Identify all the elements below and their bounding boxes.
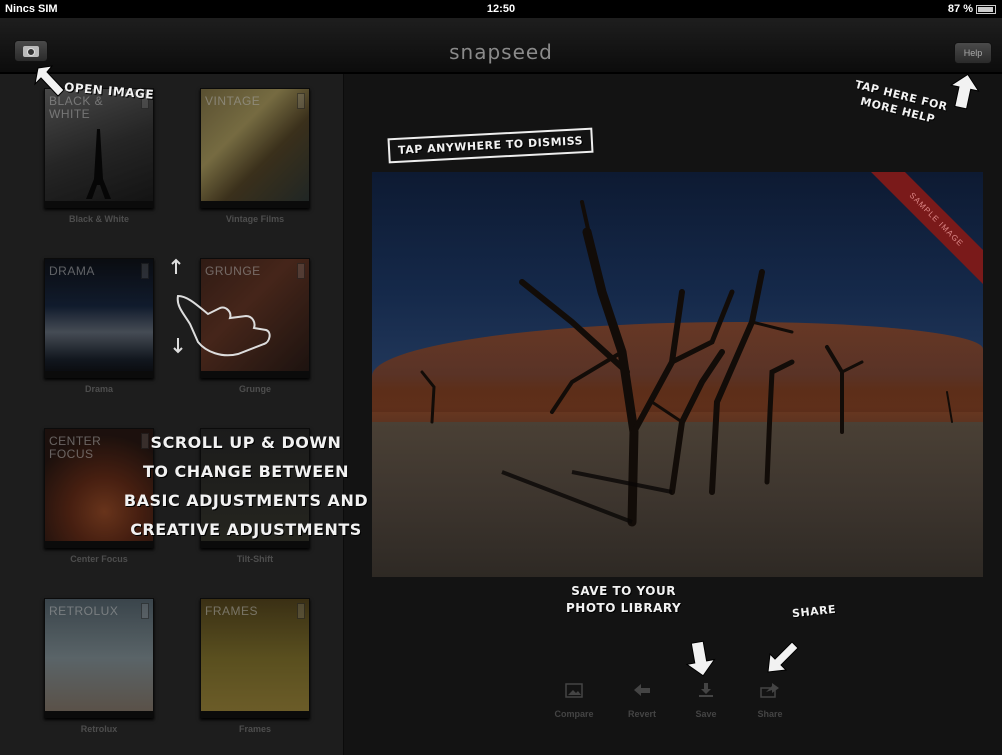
compare-button[interactable]: Compare [544,681,604,719]
filter-caption: Black & White [68,214,129,224]
compare-label: Compare [554,709,594,719]
filter-name: CENTER FOCUS [49,434,102,461]
save-button[interactable]: Save [676,681,736,719]
sample-photo: SAMPLE IMAGE [372,172,983,577]
battery-percent: 87 % [947,3,973,15]
filter-name: DRAMA [49,264,95,278]
tile-strip [201,711,309,717]
filter-frames[interactable]: FRAMES Frames [200,598,310,734]
filter-caption: Frames [238,724,272,734]
note-save-library: SAVE TO YOUR PHOTO LIBRARY [566,584,682,615]
dead-trees-image [420,200,953,527]
revert-label: Revert [627,709,656,719]
image-icon [563,681,585,699]
filter-caption: Retrolux [80,724,118,734]
share-icon [759,681,781,699]
tile-strip [45,711,153,717]
share-label: Share [757,709,783,719]
status-bar: Nincs SIM 12:50 87 % [0,0,1002,18]
tile-tab [141,603,149,619]
hand-swipe-icon [171,258,271,357]
filter-thumbnail: BLACK & WHITE [44,88,154,208]
tile-tab [297,263,305,279]
share-button[interactable]: Share [740,681,800,719]
filter-retrolux[interactable]: RETROLUX Retrolux [44,598,154,734]
tile-strip [201,371,309,377]
filter-thumbnail: VINTAGE [200,88,310,208]
arrow-down-icon [685,640,716,677]
filter-thumbnail: FRAMES [200,598,310,718]
filter-drama[interactable]: DRAMA Drama [44,258,154,394]
filter-thumbnail: DRAMA [44,258,154,378]
arrow-up-icon [949,73,980,110]
tile-strip [45,371,153,377]
arrow-up-left-icon [34,65,65,97]
filter-caption: Tilt-Shift [236,554,274,564]
arrow-down-left-icon [767,641,799,673]
filter-caption: Drama [84,384,113,394]
help-button[interactable]: Help [954,42,992,64]
filter-name: RETROLUX [49,604,119,618]
filter-thumbnail: RETROLUX [44,598,154,718]
save-label: Save [695,709,717,719]
nav-bar: snapseed Help [0,18,1002,73]
tile-tab [297,603,305,619]
clock: 12:50 [486,3,516,15]
filter-black-white[interactable]: BLACK & WHITE Black & White [44,88,154,224]
battery-status: 87 % [948,3,996,15]
filter-caption: Vintage Films [225,214,285,224]
filter-caption: Grunge [238,384,271,394]
filter-vintage[interactable]: VINTAGE Vintage Films [200,88,310,224]
tile-tab [141,263,149,279]
download-icon [695,681,717,699]
filter-name: FRAMES [205,604,259,618]
tile-tab [297,93,305,109]
filter-caption: Center Focus [70,554,128,564]
tile-strip [201,201,309,207]
tile-strip [45,201,153,207]
revert-arrow-icon [631,681,653,699]
app-title: snapseed [449,40,553,64]
battery-icon [976,4,996,14]
filter-sidebar[interactable]: BLACK & WHITE Black & White VINTAGE Vint… [0,74,344,755]
filter-name: VINTAGE [205,94,261,108]
note-scroll-adjustments: SCROLL UP & DOWN TO CHANGE BETWEEN BASIC… [123,433,369,539]
revert-button[interactable]: Revert [612,681,672,719]
